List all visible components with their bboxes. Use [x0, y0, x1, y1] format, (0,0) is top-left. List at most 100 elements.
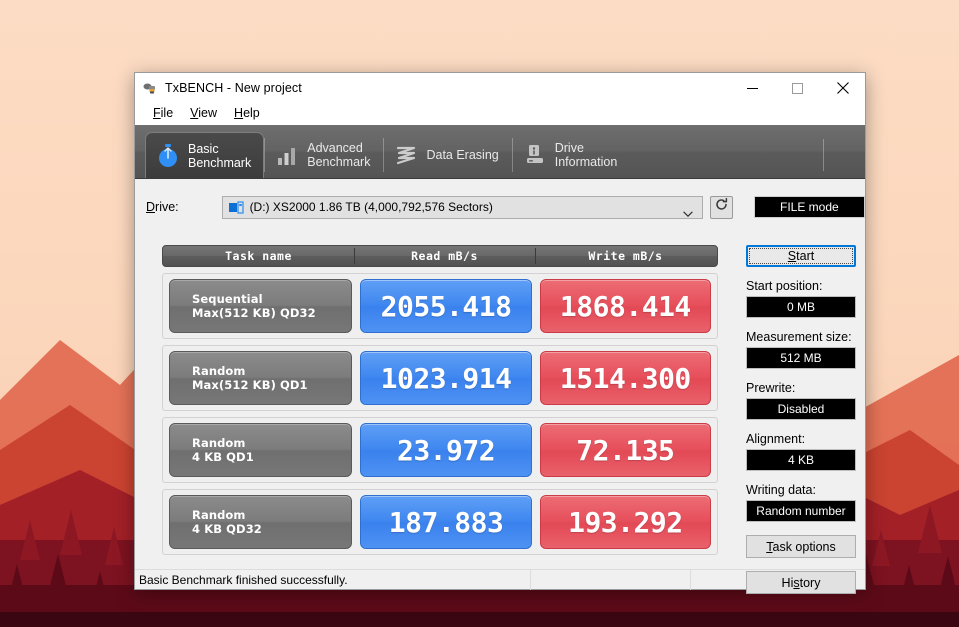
table-row: Random 4 KB QD1 23.972 72.135	[162, 417, 718, 483]
writing-data-value[interactable]: Random number	[746, 500, 856, 522]
start-button[interactable]: Start	[746, 245, 856, 267]
tab-drive-information-label: Drive Information	[555, 141, 618, 169]
close-button[interactable]	[820, 73, 865, 103]
menu-bar: File View Help	[135, 103, 865, 125]
column-header-read: Read mB/s	[354, 246, 535, 266]
history-label: History	[782, 576, 821, 590]
column-header-task-name: Task name	[225, 249, 292, 263]
tab-data-erasing-label: Data Erasing	[426, 148, 498, 162]
title-bar[interactable]: TxBENCH - New project	[135, 73, 865, 103]
prewrite-label: Prewrite:	[746, 381, 796, 395]
task-line2: 4 KB QD32	[192, 522, 262, 536]
task-options-button[interactable]: Task options	[746, 535, 856, 558]
minimize-button[interactable]	[730, 73, 775, 103]
tab-drive-line1: Drive	[554, 141, 584, 155]
measurement-size-value[interactable]: 512 MB	[746, 347, 856, 369]
table-row: Random 4 KB QD32 187.883 193.292	[162, 489, 718, 555]
tab-end-divider	[823, 139, 824, 171]
task-line1: Random	[192, 436, 246, 450]
measurement-size-label: Measurement size:	[746, 330, 852, 344]
task-line1: Random	[192, 508, 246, 522]
start-accel: S	[787, 249, 797, 263]
column-header-write: Write mB/s	[535, 246, 716, 266]
start-button-label: Start	[788, 249, 814, 263]
menu-help[interactable]: Help	[226, 105, 268, 123]
chevron-down-icon[interactable]	[682, 205, 693, 223]
task-button-random-max-qd1[interactable]: Random Max(512 KB) QD1	[169, 351, 353, 405]
alignment-value[interactable]: 4 KB	[746, 449, 856, 471]
task-options-rest: ask options	[772, 539, 836, 554]
txbench-window: TxBENCH - New project File View Help Bas…	[134, 72, 866, 594]
task-button-sequential-qd32[interactable]: Sequential Max(512 KB) QD32	[169, 279, 353, 333]
read-value: 187.883	[360, 495, 532, 549]
tab-basic-benchmark[interactable]: Basic Benchmark	[145, 132, 265, 178]
tab-bar: Basic Benchmark Advanced Benchmark Data …	[135, 125, 865, 179]
drive-select[interactable]: (D:) XS2000 1.86 TB (4,000,792,576 Secto…	[221, 195, 703, 219]
drive-selected-value: (D:) XS2000 1.86 TB (4,000,792,576 Secto…	[249, 200, 493, 214]
write-value: 1868.414	[539, 279, 711, 333]
tab-erasing-line1: Data Erasing	[426, 148, 499, 162]
tab-basic-line2: Benchmark	[188, 155, 252, 170]
menu-file[interactable]: File	[145, 105, 181, 123]
drive-label-rest: rive:	[155, 200, 179, 214]
main-content: Drive: (D:) XS2000 1.86 TB (4,000,792,57…	[135, 179, 866, 594]
write-value: 1514.300	[539, 351, 711, 405]
write-value: 72.135	[539, 423, 711, 477]
history-post: tory	[799, 575, 821, 590]
drive-device-icon	[228, 200, 244, 214]
benchmark-results: Task name Read mB/s Write mB/s Sequentia…	[162, 245, 718, 555]
table-row: Sequential Max(512 KB) QD32 2055.418 186…	[162, 273, 718, 339]
task-line2: Max(512 KB) QD1	[192, 378, 308, 392]
window-controls	[730, 73, 865, 103]
txbench-app-icon	[142, 80, 158, 96]
drive-label: Drive:	[146, 200, 222, 214]
tab-advanced-benchmark-label: Advanced Benchmark	[307, 141, 370, 169]
task-line1: Random	[192, 364, 246, 378]
menu-help-rest: elp	[243, 106, 260, 121]
alignment-label: Alignment:	[746, 432, 806, 446]
task-line1: Sequential	[192, 292, 263, 306]
tab-drive-information[interactable]: Drive Information	[511, 132, 631, 178]
tab-basic-benchmark-label: Basic Benchmark	[188, 142, 251, 170]
tab-advanced-line1: Advanced	[307, 141, 363, 155]
status-pane-1	[530, 569, 690, 590]
shredder-icon	[394, 142, 418, 168]
window-title: TxBENCH - New project	[165, 81, 302, 95]
benchmark-options-panel: Start Start position: 0 MB Measurement s…	[746, 245, 856, 594]
task-line2: Max(512 KB) QD32	[192, 306, 316, 320]
task-line2: 4 KB QD1	[192, 450, 254, 464]
bar-chart-icon	[275, 142, 299, 168]
status-message: Basic Benchmark finished successfully.	[139, 572, 348, 587]
writing-data-label: Writing data:	[746, 483, 816, 497]
menu-file-accel: F	[153, 106, 161, 121]
history-pre: Hi	[781, 575, 794, 590]
tab-advanced-line2: Benchmark	[307, 155, 371, 169]
file-mode-button[interactable]: FILE mode	[753, 196, 866, 218]
read-value: 23.972	[360, 423, 532, 477]
tab-data-erasing[interactable]: Data Erasing	[383, 132, 511, 178]
start-position-value[interactable]: 0 MB	[746, 296, 856, 318]
menu-view[interactable]: View	[182, 105, 225, 123]
start-position-label: Start position:	[746, 279, 823, 293]
write-value: 193.292	[539, 495, 711, 549]
task-button-random-4k-qd1[interactable]: Random 4 KB QD1	[169, 423, 353, 477]
stopwatch-icon	[156, 143, 180, 169]
tab-drive-line2: Information	[554, 155, 618, 169]
task-button-random-4k-qd32[interactable]: Random 4 KB QD32	[169, 495, 353, 549]
table-row: Random Max(512 KB) QD1 1023.914 1514.300	[162, 345, 718, 411]
task-options-label: Task options	[766, 540, 835, 554]
menu-help-accel: H	[234, 106, 244, 121]
menu-view-rest: iew	[198, 106, 218, 121]
refresh-icon	[714, 197, 729, 217]
results-header: Task name Read mB/s Write mB/s	[162, 245, 718, 267]
read-value: 2055.418	[360, 279, 532, 333]
prewrite-value[interactable]: Disabled	[746, 398, 856, 420]
refresh-drives-button[interactable]	[709, 195, 733, 219]
history-button[interactable]: History	[746, 571, 856, 594]
maximize-button[interactable]	[775, 73, 820, 103]
menu-file-rest: ile	[160, 106, 174, 121]
drive-selection-row: Drive: (D:) XS2000 1.86 TB (4,000,792,57…	[135, 195, 866, 219]
start-rest: tart	[796, 249, 815, 263]
tab-advanced-benchmark[interactable]: Advanced Benchmark	[264, 132, 383, 178]
read-value: 1023.914	[360, 351, 532, 405]
